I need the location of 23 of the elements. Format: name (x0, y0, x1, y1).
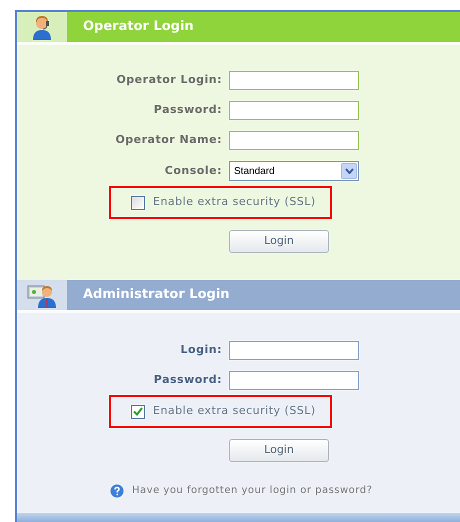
input-field[interactable] (229, 131, 359, 150)
field-label: Operator Name: (114, 132, 222, 148)
field-label: Operator Login: (115, 72, 222, 88)
help-icon (110, 484, 124, 498)
field-label: Console: (164, 162, 222, 179)
panel-title: Operator Login (82, 18, 194, 36)
ssl-checkbox[interactable] (131, 196, 145, 210)
ssl-checkbox[interactable] (131, 404, 145, 418)
checkbox-label: Enable extra security (SSL) (153, 194, 316, 210)
console-dropdown[interactable]: Standard (229, 161, 359, 181)
login-button[interactable]: Login (229, 439, 329, 462)
input-field[interactable] (229, 71, 359, 90)
checkbox-label: Enable extra security (SSL) (153, 403, 316, 420)
field-label: Login: (180, 342, 222, 358)
field-label: Password: (152, 102, 222, 118)
field-label: Password: (152, 372, 222, 388)
panel-title: Administrator Login (82, 286, 230, 304)
login-button[interactable]: Login (229, 230, 329, 253)
headset-person-icon (30, 14, 54, 40)
forgot-password-link[interactable]: Have you forgotten your login or password? (132, 483, 372, 498)
input-field[interactable] (229, 341, 359, 360)
password-field[interactable] (229, 101, 359, 120)
password-field[interactable] (229, 371, 359, 390)
